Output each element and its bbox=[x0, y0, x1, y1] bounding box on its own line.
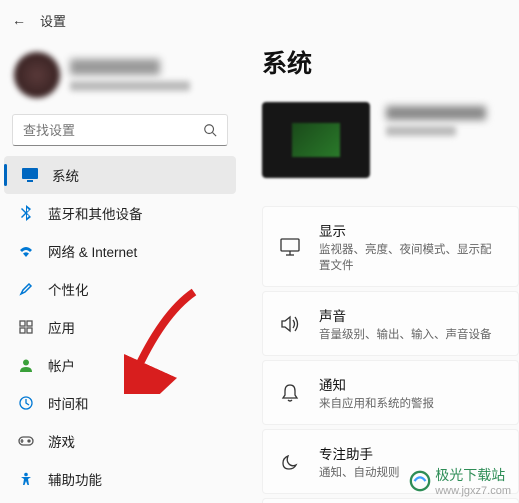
settings-sub: 来自应用和系统的警报 bbox=[319, 395, 434, 411]
device-card[interactable] bbox=[262, 102, 519, 178]
device-thumbnail bbox=[262, 102, 370, 178]
watermark-url: www.jgxz7.com bbox=[435, 485, 511, 497]
sidebar-item-accessibility[interactable]: 辅助功能 bbox=[0, 460, 240, 498]
sidebar-item-personalization[interactable]: 个性化 bbox=[0, 270, 240, 308]
sidebar-item-network[interactable]: 网络 & Internet bbox=[0, 232, 240, 270]
sidebar-item-label: 蓝牙和其他设备 bbox=[48, 203, 143, 223]
sidebar: 系统 蓝牙和其他设备 网络 & Internet 个性化 应用 帐户 bbox=[0, 0, 240, 503]
wifi-icon bbox=[18, 243, 34, 259]
sidebar-item-label: 辅助功能 bbox=[48, 469, 102, 489]
sidebar-item-privacy[interactable]: 隐私和安全性 bbox=[0, 498, 240, 503]
moon-icon bbox=[279, 451, 301, 473]
brush-icon bbox=[18, 281, 34, 297]
search-input[interactable] bbox=[12, 114, 228, 146]
nav-list: 系统 蓝牙和其他设备 网络 & Internet 个性化 应用 帐户 bbox=[0, 156, 240, 503]
watermark: 极光下载站 www.jgxz7.com bbox=[409, 465, 511, 497]
settings-item-sound[interactable]: 声音 音量级别、输出、输入、声音设备 bbox=[262, 291, 519, 356]
sidebar-item-label: 个性化 bbox=[48, 279, 89, 299]
sidebar-item-label: 网络 & Internet bbox=[48, 241, 137, 261]
sidebar-item-bluetooth[interactable]: 蓝牙和其他设备 bbox=[0, 194, 240, 232]
sidebar-item-gaming[interactable]: 游戏 bbox=[0, 422, 240, 460]
monitor-icon bbox=[279, 236, 301, 258]
settings-title: 通知 bbox=[319, 374, 434, 394]
back-button[interactable]: ← bbox=[12, 12, 26, 28]
settings-sub: 监视器、亮度、夜间模式、显示配置文件 bbox=[319, 241, 502, 273]
search-field[interactable] bbox=[23, 123, 193, 138]
settings-title: 声音 bbox=[319, 305, 492, 325]
settings-sub: 音量级别、输出、输入、声音设备 bbox=[319, 326, 492, 342]
bell-icon bbox=[279, 382, 301, 404]
watermark-logo bbox=[409, 470, 431, 492]
sidebar-item-label: 系统 bbox=[52, 165, 79, 185]
sidebar-item-label: 应用 bbox=[48, 317, 75, 337]
gamepad-icon bbox=[18, 433, 34, 449]
apps-icon bbox=[18, 319, 34, 335]
settings-sub: 通知、自动规则 bbox=[319, 464, 400, 480]
settings-item-power[interactable]: 电源 睡眠、电池使用情况、节电模式 bbox=[262, 498, 519, 503]
settings-item-notifications[interactable]: 通知 来自应用和系统的警报 bbox=[262, 360, 519, 425]
user-profile[interactable] bbox=[0, 44, 240, 114]
user-email bbox=[70, 81, 190, 91]
user-icon bbox=[18, 357, 34, 373]
system-icon bbox=[22, 167, 38, 183]
clock-icon bbox=[18, 395, 34, 411]
user-name bbox=[70, 59, 160, 75]
sidebar-item-label: 游戏 bbox=[48, 431, 75, 451]
avatar bbox=[14, 52, 60, 98]
accessibility-icon bbox=[18, 471, 34, 487]
bluetooth-icon bbox=[18, 205, 34, 221]
sidebar-item-label: 时间和 bbox=[48, 393, 89, 413]
app-title: 设置 bbox=[40, 11, 66, 30]
sidebar-item-time[interactable]: 时间和 bbox=[0, 384, 240, 422]
page-title: 系统 bbox=[262, 44, 519, 80]
device-name bbox=[386, 106, 486, 120]
search-icon bbox=[203, 123, 217, 142]
main-panel: 系统 显示 监视器、亮度、夜间模式、显示配置文件 bbox=[240, 0, 519, 503]
settings-item-display[interactable]: 显示 监视器、亮度、夜间模式、显示配置文件 bbox=[262, 206, 519, 287]
sidebar-item-label: 帐户 bbox=[48, 355, 75, 375]
settings-title: 显示 bbox=[319, 220, 502, 240]
sidebar-item-system[interactable]: 系统 bbox=[4, 156, 236, 194]
sidebar-item-accounts[interactable]: 帐户 bbox=[0, 346, 240, 384]
sidebar-item-apps[interactable]: 应用 bbox=[0, 308, 240, 346]
settings-title: 专注助手 bbox=[319, 443, 400, 463]
watermark-name: 极光下载站 bbox=[435, 465, 511, 485]
speaker-icon bbox=[279, 313, 301, 335]
settings-list: 显示 监视器、亮度、夜间模式、显示配置文件 声音 音量级别、输出、输入、声音设备… bbox=[262, 206, 519, 503]
device-sub bbox=[386, 126, 456, 136]
